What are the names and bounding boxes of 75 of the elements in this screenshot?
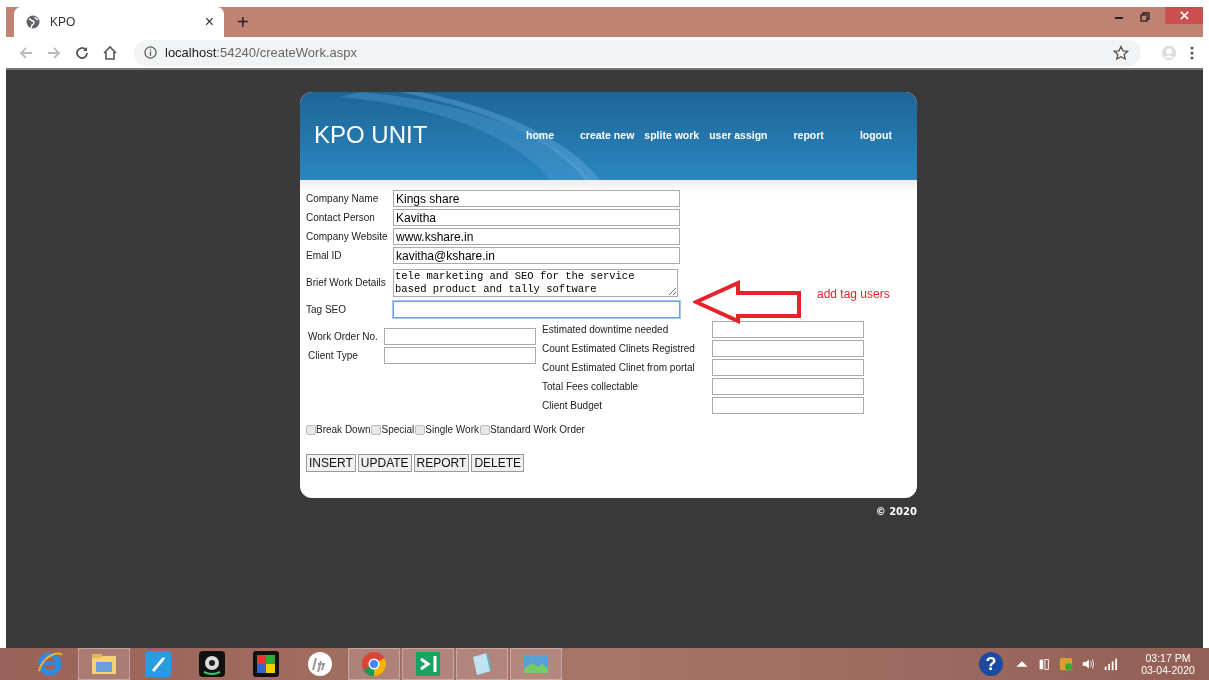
home-icon[interactable] — [102, 44, 118, 61]
input-field[interactable] — [712, 340, 864, 357]
chrome-icon[interactable] — [348, 648, 400, 680]
field-label: Count Estimated Clinet from portal — [542, 362, 696, 373]
clock-time: 03:17 PM — [1145, 652, 1191, 664]
field-label: Client Type — [308, 350, 359, 361]
help-icon[interactable]: ? — [979, 652, 1003, 676]
globe-icon — [26, 15, 40, 29]
field-label: Company Website — [306, 231, 389, 242]
nav-link[interactable]: home — [526, 129, 554, 141]
checkbox-label: Break Down — [316, 424, 371, 435]
input-field[interactable] — [384, 328, 536, 345]
nav-link[interactable]: splite work — [644, 129, 700, 141]
signal-icon[interactable] — [1103, 657, 1117, 671]
notepad-icon[interactable] — [456, 648, 508, 680]
forward-icon[interactable] — [46, 44, 62, 61]
nav-link[interactable]: create new — [580, 129, 635, 141]
annotation-text: add tag users — [817, 287, 890, 301]
speaker-icon[interactable] — [1081, 657, 1095, 671]
input-field[interactable] — [712, 397, 864, 414]
code-editor-icon[interactable] — [402, 648, 454, 680]
field-label: Contact Person — [306, 212, 376, 223]
checkbox[interactable] — [415, 424, 426, 435]
reload-icon[interactable] — [74, 44, 90, 61]
clock-date: 03-04-2020 — [1141, 664, 1195, 676]
checkbox[interactable] — [480, 424, 490, 435]
browser-tab[interactable]: KPO × — [14, 7, 224, 37]
form-button[interactable]: UPDATE — [357, 454, 412, 472]
text-area[interactable]: tele marketing and SEO for the service based product and tally software — [393, 269, 678, 297]
folder-icon[interactable] — [78, 648, 130, 680]
input-field[interactable] — [712, 359, 864, 376]
star-icon[interactable] — [1113, 44, 1129, 61]
close-icon — [1178, 10, 1190, 21]
checkbox[interactable] — [371, 424, 382, 435]
field-label: Tag SEO — [306, 304, 348, 315]
form-button[interactable]: INSERT — [306, 454, 356, 472]
site-title: KPO UNIT — [314, 121, 429, 149]
field-label: Total Fees collectable — [542, 381, 640, 392]
image-viewer-icon[interactable] — [510, 648, 562, 680]
menu-icon[interactable] — [1189, 44, 1195, 61]
field-label: Count Estimated Clinets Registred — [542, 343, 696, 354]
checkbox-label: Standard Work Order — [490, 424, 585, 435]
form-button[interactable]: REPORT — [413, 454, 470, 472]
input-field[interactable]: www.kshare.in — [393, 228, 680, 245]
input-field[interactable]: kavitha@kshare.in — [393, 247, 680, 264]
field-label: Brief Work Details — [306, 277, 387, 288]
tab-close-button[interactable]: × — [204, 13, 214, 31]
back-icon[interactable] — [18, 44, 34, 61]
nav-link[interactable]: user assign — [709, 129, 768, 141]
input-field[interactable] — [712, 378, 864, 395]
form-button[interactable]: DELETE — [471, 454, 525, 472]
checkbox[interactable] — [306, 424, 316, 435]
input-field[interactable] — [384, 347, 536, 364]
field-label: Work Order No. — [308, 331, 379, 342]
checkbox-label: Special — [381, 424, 415, 435]
field-label: Client Budget — [542, 400, 604, 411]
input-field[interactable] — [393, 301, 680, 318]
new-tab-button[interactable]: + — [237, 10, 249, 34]
field-label: Company Name — [306, 193, 380, 204]
network-check-icon[interactable] — [1059, 657, 1073, 671]
field-label: Emal ID — [306, 250, 343, 261]
input-field[interactable]: Kavitha — [393, 209, 680, 226]
nav-link[interactable]: logout — [859, 129, 892, 141]
address-bar[interactable]: localhost:54240/createWork.aspx — [134, 39, 1141, 66]
input-field[interactable]: Kings share — [393, 190, 680, 207]
tab-title: KPO — [50, 15, 77, 29]
close-window-button[interactable] — [1165, 7, 1203, 24]
url-text: localhost:54240/createWork.aspx — [165, 45, 357, 60]
field-label: Estimated downtime needed — [542, 324, 670, 335]
input-field[interactable] — [712, 321, 864, 338]
checkbox-label: Single Work — [425, 424, 479, 435]
info-icon[interactable] — [144, 46, 157, 59]
nav-link[interactable]: report — [793, 129, 824, 141]
copyright-text: © 2020 — [875, 506, 917, 517]
restore-icon[interactable] — [1139, 11, 1151, 23]
